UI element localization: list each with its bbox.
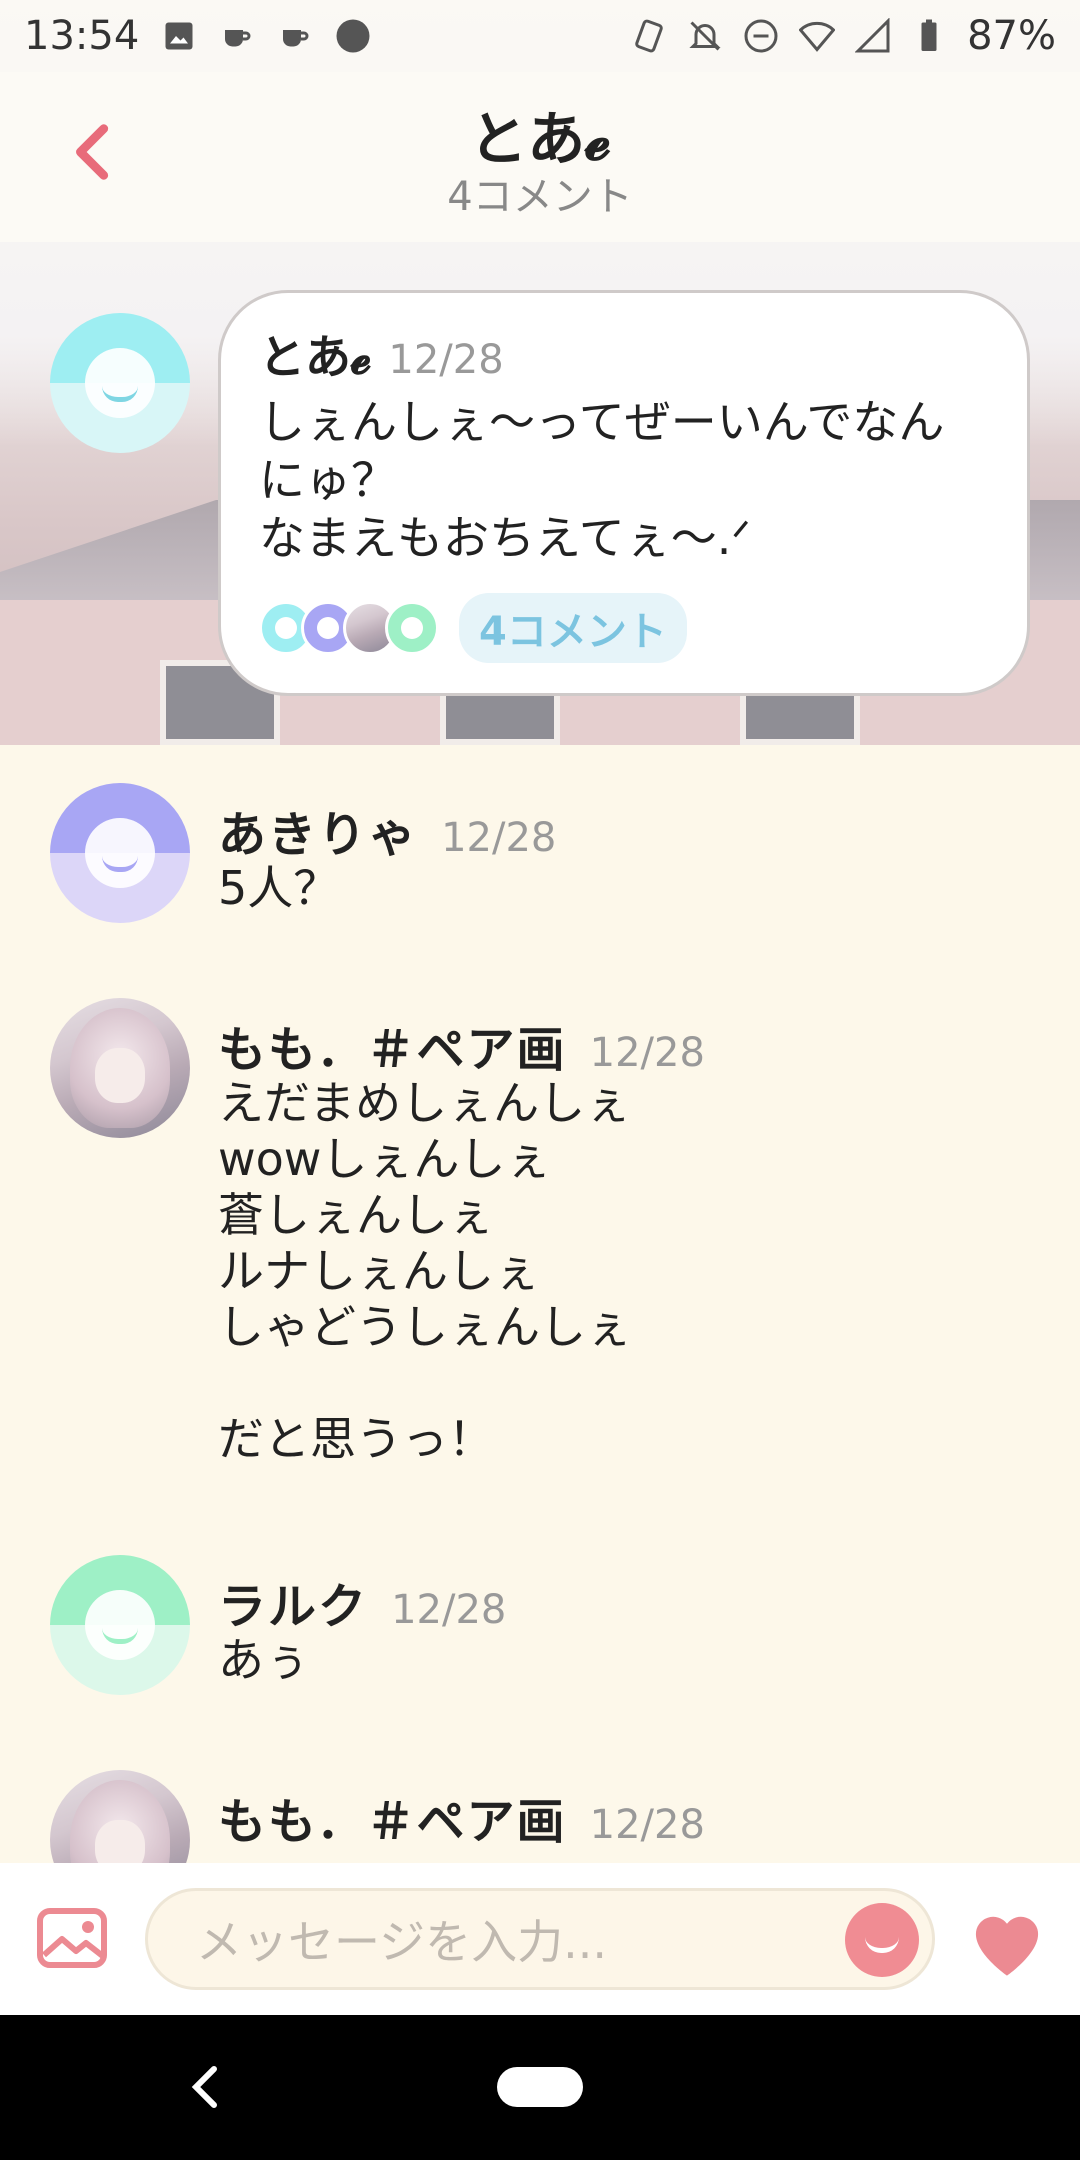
comment-date: 12/28 bbox=[391, 1587, 507, 1633]
post-body: しぇんしぇ〜ってぜーいんでなん にゅ？ なまえもおちえてぇ〜.ᐟ bbox=[259, 395, 945, 565]
comment-date: 12/28 bbox=[589, 1802, 705, 1848]
comment-body: あぅ bbox=[218, 1633, 310, 1687]
status-bar: 13:54 87% bbox=[0, 0, 1080, 72]
battery-icon bbox=[921, 19, 937, 51]
avatar[interactable] bbox=[50, 998, 190, 1138]
smile-icon bbox=[865, 1937, 899, 1953]
avatar[interactable] bbox=[50, 783, 190, 923]
image-icon bbox=[165, 22, 193, 50]
battery-percent: 87% bbox=[967, 13, 1056, 59]
comment-author[interactable]: あきりゃ bbox=[218, 807, 418, 863]
post-date: 12/28 bbox=[388, 337, 504, 383]
status-time: 13:54 bbox=[24, 13, 140, 59]
avatar bbox=[385, 601, 439, 655]
system-nav-bar bbox=[0, 2015, 1080, 2160]
cup-icon bbox=[283, 30, 309, 47]
post-author[interactable]: とあ𝓮 bbox=[259, 330, 371, 384]
circle-icon bbox=[336, 19, 370, 53]
header: とあ𝓮 4コメント bbox=[0, 72, 1080, 242]
comment-count-badge[interactable]: 4コメント bbox=[459, 593, 687, 663]
avatar[interactable] bbox=[50, 1555, 190, 1695]
cup-icon bbox=[225, 30, 251, 47]
message-input[interactable]: メッセージを入力... bbox=[145, 1888, 935, 1990]
nav-home-button[interactable] bbox=[497, 2067, 583, 2107]
comment-count: 4コメント bbox=[447, 174, 633, 220]
nfc-icon bbox=[635, 19, 663, 53]
emoji-button[interactable] bbox=[845, 1903, 919, 1977]
image-upload-icon[interactable] bbox=[36, 1907, 108, 1969]
post-bubble: とあ𝓮 12/28 しぇんしぇ〜ってぜーいんでなん にゅ？ なまえもおちえてぇ〜… bbox=[218, 290, 1030, 696]
heart-icon[interactable] bbox=[965, 1903, 1049, 1979]
signal-icon bbox=[855, 18, 890, 53]
comment-body: えだまめしぇんしぇ wowしぇんしぇ 蒼しぇんしぇ ルナしぇんしぇ しゃどうしぇ… bbox=[218, 1076, 632, 1466]
comment-date: 12/28 bbox=[589, 1030, 705, 1076]
comment-body: 5人？ bbox=[218, 861, 340, 915]
avatar[interactable] bbox=[50, 313, 190, 453]
comment-author[interactable]: ラルク bbox=[218, 1579, 368, 1635]
bell-off-icon bbox=[689, 21, 721, 51]
comment-author[interactable]: もも．＃ペア画 bbox=[218, 1022, 567, 1078]
nav-back-icon[interactable] bbox=[186, 2057, 226, 2117]
commenter-avatars[interactable] bbox=[259, 601, 439, 655]
comment-author[interactable]: もも．＃ペア画 bbox=[218, 1794, 567, 1850]
message-composer: メッセージを入力... bbox=[0, 1863, 1080, 2015]
comment-list: あきりゃ 12/28 5人？ もも．＃ペア画 12/28 えだまめしぇんしぇ w… bbox=[0, 745, 1080, 1863]
avatar[interactable] bbox=[50, 1770, 190, 1863]
comment-date: 12/28 bbox=[441, 815, 557, 861]
dnd-icon bbox=[744, 19, 778, 53]
wifi-icon bbox=[799, 22, 836, 52]
